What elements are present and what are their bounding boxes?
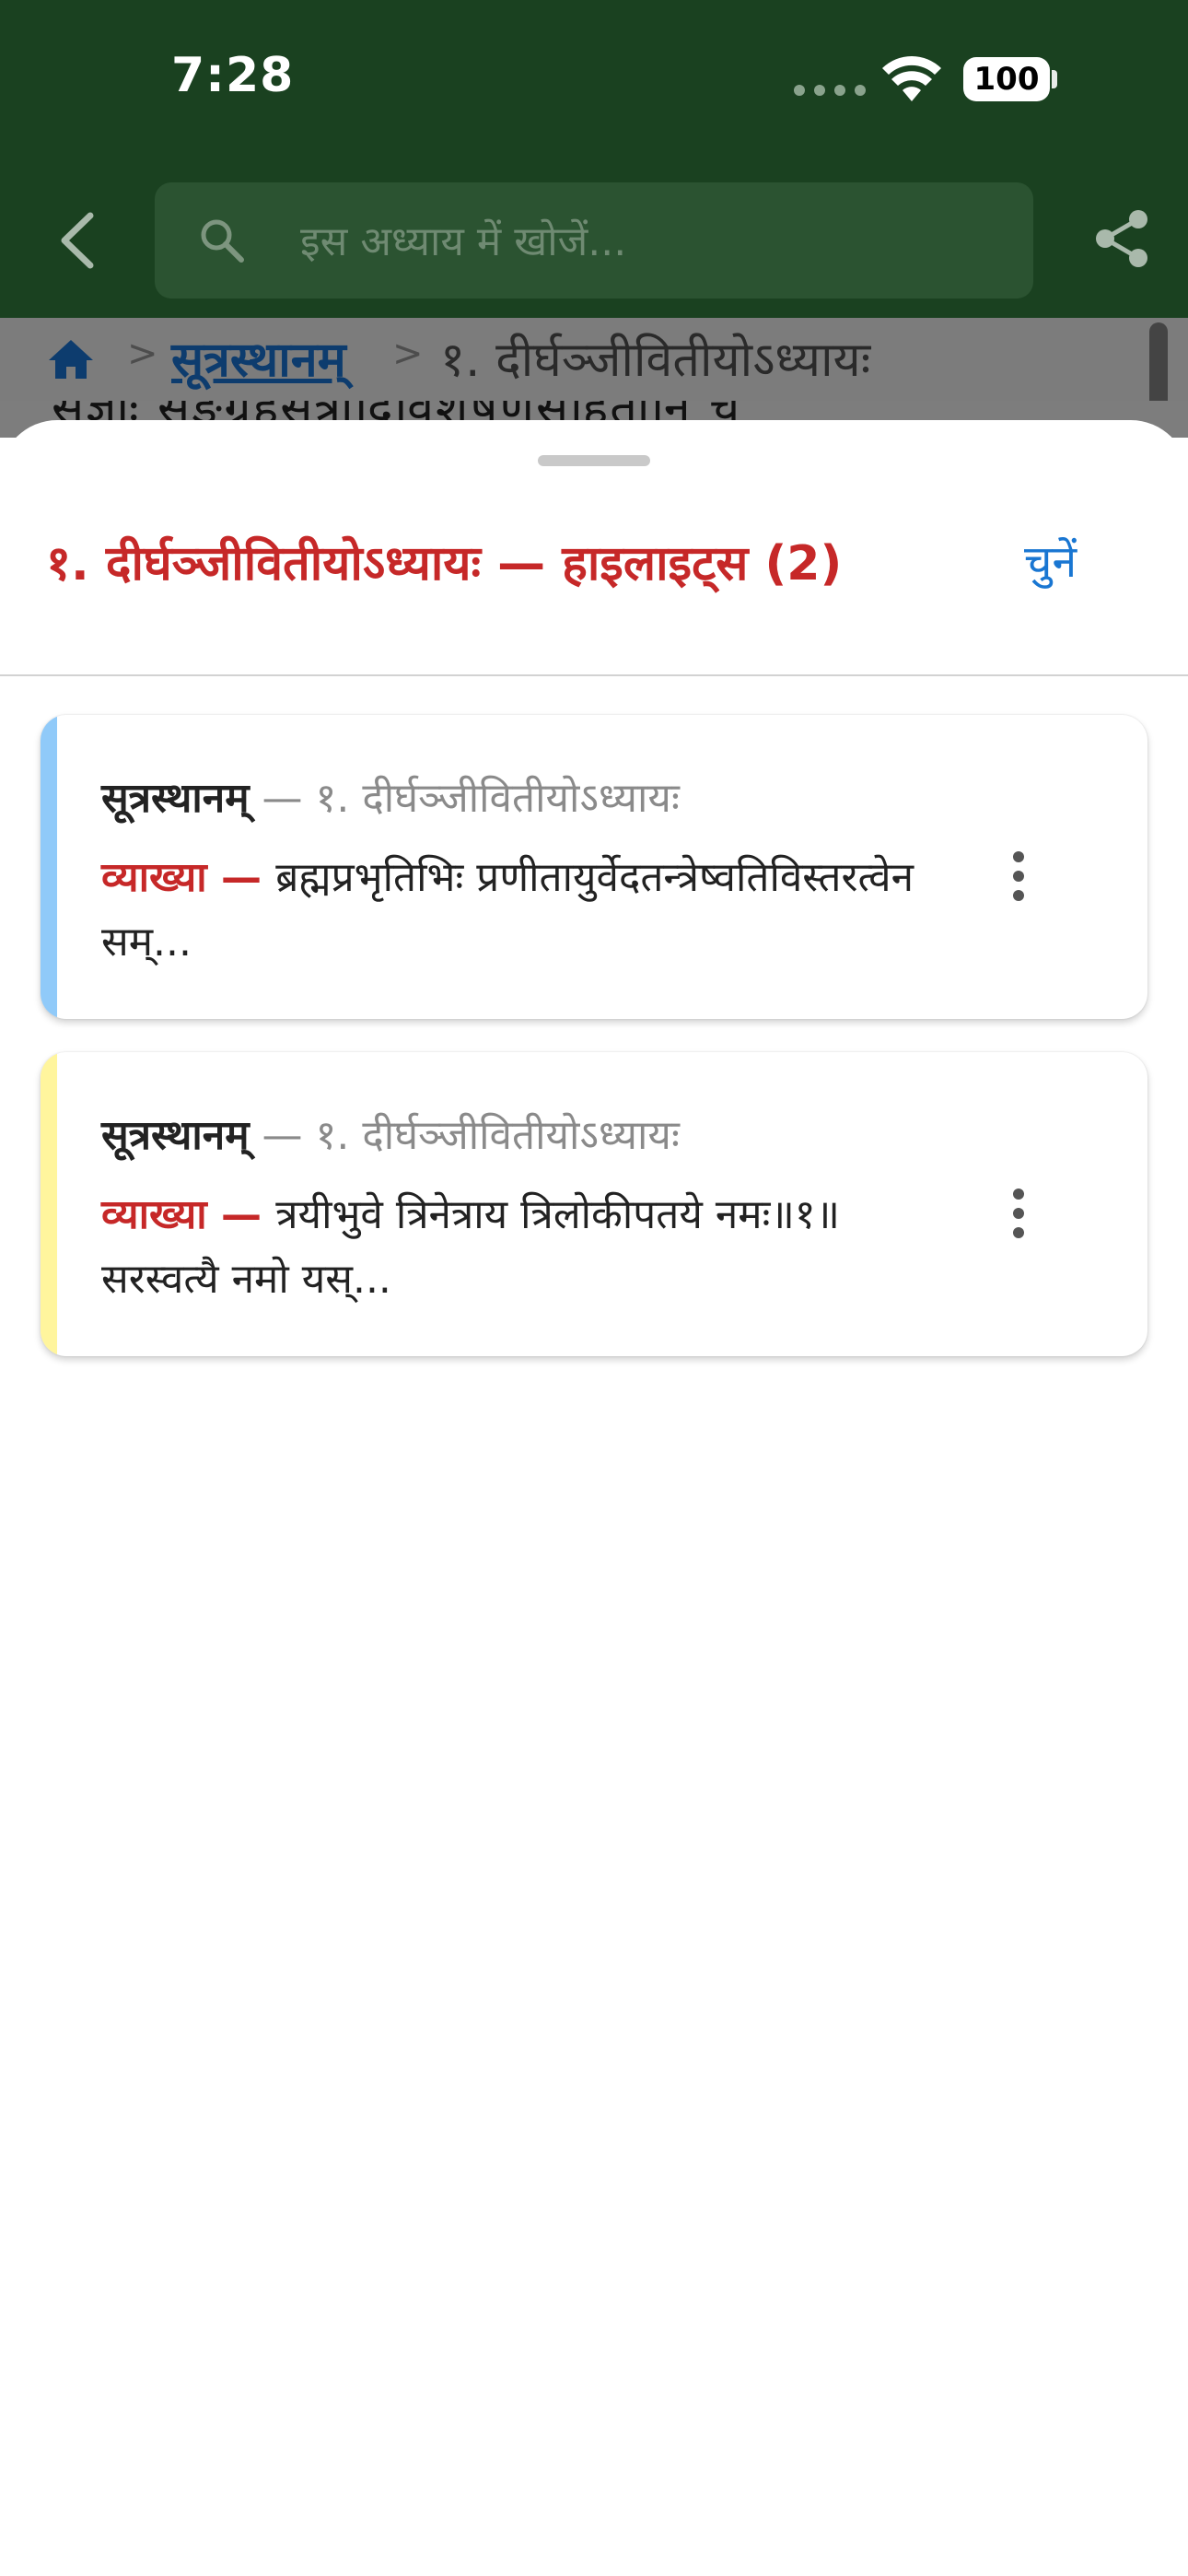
select-button[interactable]: चुनें (1024, 531, 1077, 591)
breadcrumb-book-link[interactable]: सूत्रस्थानम् (171, 325, 346, 391)
highlight-color-stripe (41, 1052, 57, 1356)
card-chapter: १. दीर्घञ्जीवितीयोऽध्यायः (315, 1112, 680, 1159)
breadcrumb: > सूत्रस्थानम् > १. दीर्घञ्जीवितीयोऽध्या… (0, 318, 1188, 401)
app-bar: 7:28 100 (0, 0, 1188, 318)
wifi-icon (882, 56, 941, 101)
card-book: सूत्रस्थानम् (101, 775, 250, 822)
highlights-sheet: १. दीर्घञ्जीवितीयोऽध्यायः — हाइलाइट्स (2… (0, 420, 1188, 2576)
sheet-grabber[interactable] (538, 455, 650, 466)
breadcrumb-separator: > (127, 333, 158, 375)
highlight-card[interactable]: सूत्रस्थानम् — १. दीर्घञ्जीवितीयोऽध्यायः… (41, 1052, 1147, 1356)
sheet-title: १. दीर्घञ्जीवितीयोऽध्यायः — हाइलाइट्स (2… (46, 536, 843, 591)
card-book: सूत्रस्थानम् (101, 1112, 250, 1159)
card-excerpt: व्याख्या — त्रयीभुवे त्रिनेत्राय त्रिलोक… (101, 1183, 930, 1312)
search-bar[interactable] (155, 182, 1033, 300)
battery-tip (1052, 70, 1057, 88)
search-input[interactable] (298, 182, 1002, 300)
card-header: सूत्रस्थानम् — १. दीर्घञ्जीवितीयोऽध्यायः (101, 1106, 680, 1161)
card-separator: — (249, 1112, 316, 1159)
status-icons: 100 (728, 0, 1188, 157)
back-arrow-icon[interactable] (52, 208, 103, 273)
home-icon[interactable] (46, 336, 96, 382)
card-excerpt: व्याख्या — ब्रह्मप्रभृतिभिः प्रणीतायुर्व… (101, 846, 930, 975)
card-label: व्याख्या — (101, 1191, 276, 1238)
card-label: व्याख्या — (101, 854, 276, 901)
more-vert-icon[interactable] (1000, 1181, 1037, 1246)
card-separator: — (249, 775, 316, 822)
highlight-card[interactable]: सूत्रस्थानम् — १. दीर्घञ्जीवितीयोऽध्यायः… (41, 715, 1147, 1019)
battery-icon: 100 (963, 57, 1050, 101)
card-header: सूत्रस्थानम् — १. दीर्घञ्जीवितीयोऽध्यायः (101, 768, 680, 824)
more-vert-icon[interactable] (1000, 844, 1037, 908)
highlight-color-stripe (41, 715, 57, 1019)
breadcrumb-separator: > (392, 333, 424, 375)
cellular-signal-icon (794, 85, 866, 96)
divider (0, 674, 1188, 676)
card-chapter: १. दीर्घञ्जीवितीयोऽध्यायः (315, 775, 680, 822)
share-icon[interactable] (1092, 206, 1153, 271)
search-icon (201, 219, 244, 263)
status-time: 7:28 (171, 48, 295, 103)
breadcrumb-chapter: १. दीर्घञ्जीवितीयोऽध्यायः (440, 333, 871, 388)
